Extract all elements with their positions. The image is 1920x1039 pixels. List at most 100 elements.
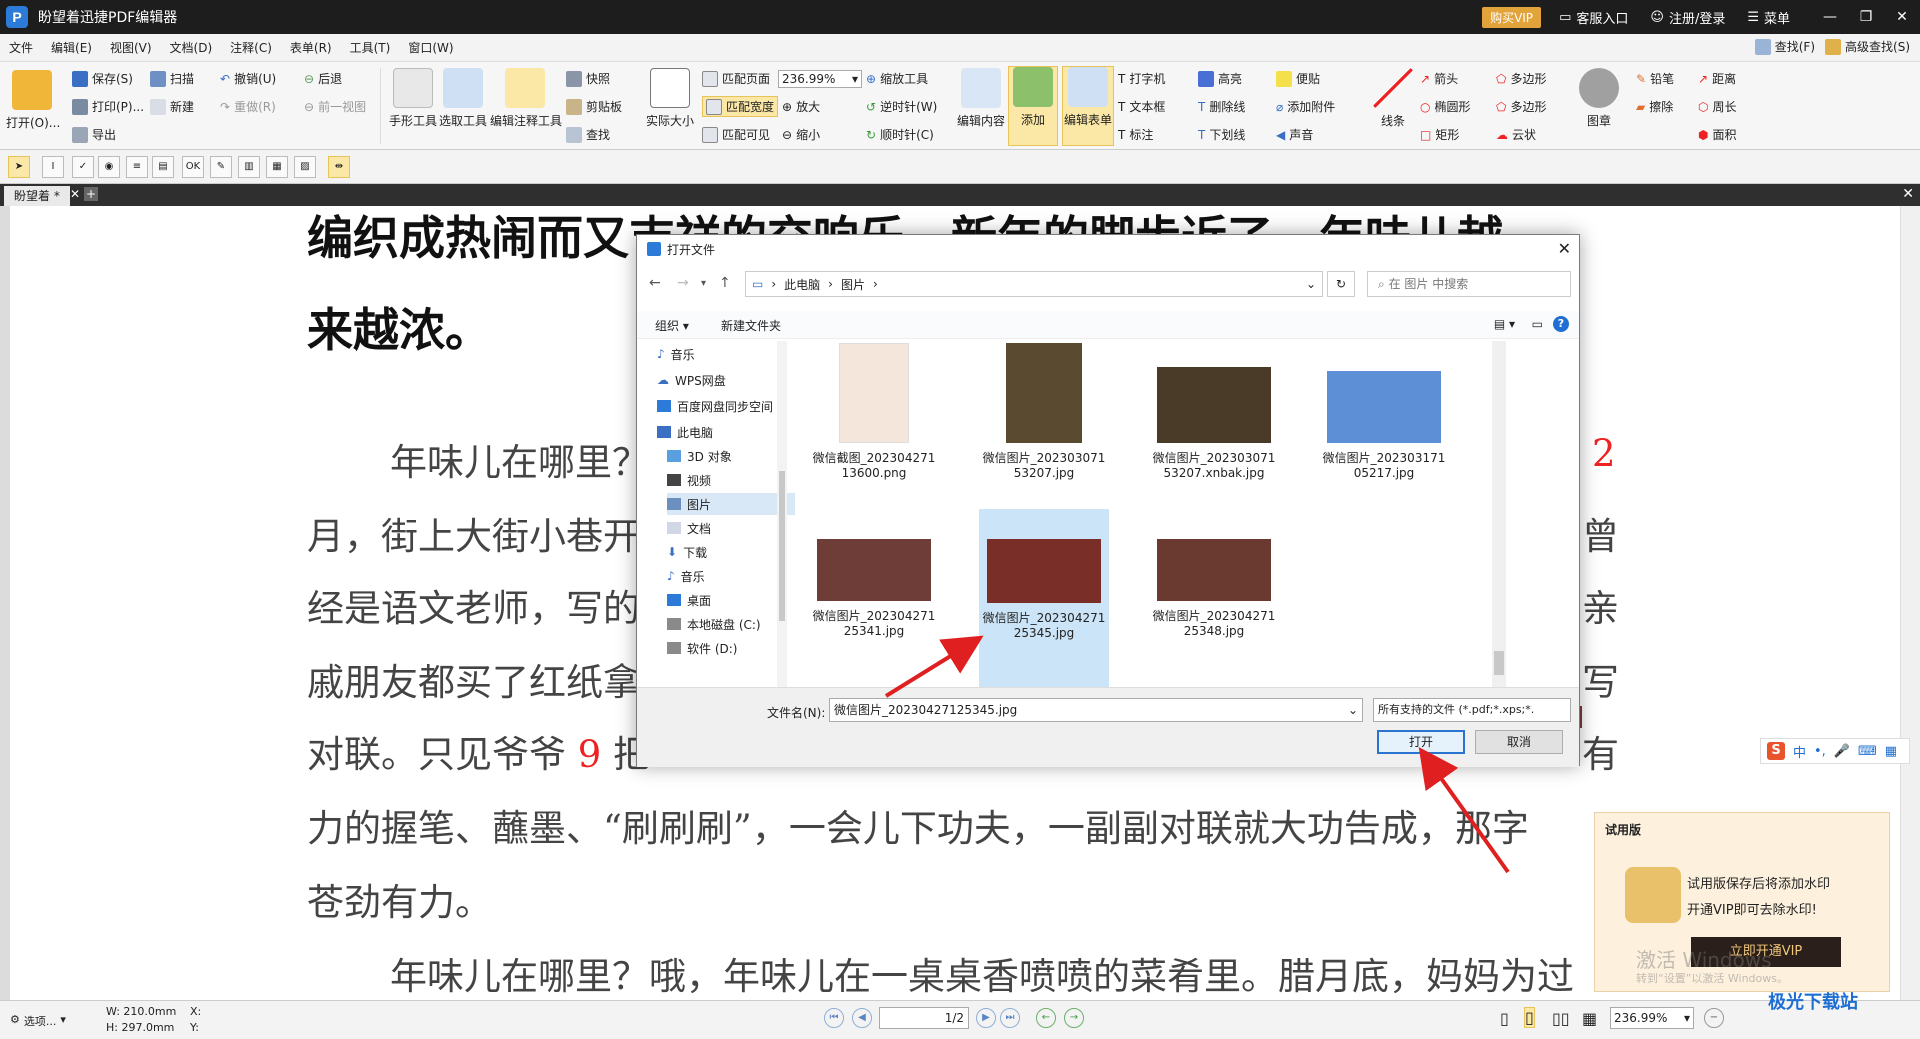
back-button[interactable]: ⊖ 后退 [304, 70, 342, 87]
pointer-tool-icon[interactable]: ➤ [8, 156, 30, 178]
perimeter-button[interactable]: ⬡ 周长 [1698, 98, 1737, 115]
open-button[interactable]: 打开(O)... [6, 70, 60, 131]
preview-pane-icon[interactable]: ▭ [1532, 317, 1543, 331]
login-button[interactable]: ☺ 注册/登录 [1650, 8, 1725, 27]
file-item[interactable]: 微信截图_20230427113600.png [809, 343, 939, 480]
menu-window[interactable]: 窗口(W) [399, 39, 462, 56]
view-options-icon[interactable]: ▤ ▾ [1494, 317, 1515, 331]
main-menu-button[interactable]: ☰ 菜单 [1747, 8, 1790, 27]
snapshot-button[interactable]: 快照 [566, 70, 610, 87]
menu-tools[interactable]: 工具(T) [341, 39, 400, 56]
rotate-cw-button[interactable]: ↻ 顺时针(C) [866, 126, 934, 143]
nav-pane-scrollbar[interactable] [777, 341, 787, 687]
new-folder-button[interactable]: 新建文件夹 [721, 317, 781, 334]
single-page-icon[interactable]: ▯ [1500, 1009, 1509, 1028]
organize-button[interactable]: 组织 ▾ [655, 317, 689, 334]
nav-item-desktop[interactable]: 桌面 [667, 589, 795, 611]
undo-button[interactable]: ↶ 撤销(U) [220, 70, 276, 87]
nav-item-music[interactable]: ♪ 音乐 [657, 343, 785, 365]
status-zoom-select[interactable]: 236.99% ▾ [1610, 1007, 1694, 1029]
edit-form-button[interactable]: 编辑表单 [1062, 66, 1114, 146]
dialog-search-input[interactable]: ⌕ 在 图片 中搜索 [1367, 271, 1571, 297]
text-field-icon[interactable]: I [42, 156, 64, 178]
pencil-button[interactable]: ✎ 铅笔 [1636, 70, 1674, 87]
nav-scroll-thumb[interactable] [779, 471, 785, 621]
file-item-selected[interactable]: 微信图片_20230427125345.jpg [979, 509, 1109, 687]
prev-page-icon[interactable]: ◀ [852, 1008, 872, 1028]
zoom-in-button[interactable]: ⊕ 放大 [782, 98, 820, 115]
address-bar[interactable]: ▭ › 此电脑 › 图片 › ⌄ [745, 271, 1323, 297]
advanced-find-button[interactable]: 高级查找(S) [1825, 38, 1910, 55]
dialog-close-icon[interactable]: ✕ [1558, 239, 1571, 258]
chevron-down-icon[interactable]: ⌄ [1306, 277, 1316, 291]
arrow-tool-button[interactable]: ↗ 箭头 [1420, 70, 1458, 87]
cover-page-icon[interactable]: ▦ [1582, 1009, 1597, 1028]
radio-button-icon[interactable]: ◉ [98, 156, 120, 178]
filetype-select[interactable]: 所有支持的文件 (*.pdf;*.xps;*. [1373, 698, 1571, 722]
ime-toolbar[interactable]: S 中 •, 🎤 ⌨ ▦ [1760, 738, 1910, 764]
page-number-input[interactable]: 1/2 [879, 1007, 969, 1029]
line-tool-button[interactable]: 线条 [1370, 68, 1416, 129]
find-button[interactable]: 查找 [566, 126, 610, 143]
fit-page-button[interactable]: 匹配页面 [702, 70, 770, 87]
menu-file[interactable]: 文件 [0, 39, 42, 56]
print-button[interactable]: 打印(P)... [72, 98, 144, 115]
menu-edit[interactable]: 编辑(E) [42, 39, 101, 56]
attach-button[interactable]: ⌀ 添加附件 [1276, 98, 1335, 115]
cancel-button[interactable]: 取消 [1475, 730, 1563, 754]
menu-document[interactable]: 文档(D) [161, 39, 222, 56]
nav-item-pictures[interactable]: 图片 [667, 493, 795, 515]
zoom-tool-button[interactable]: ⊕ 缩放工具 [866, 70, 928, 87]
buy-vip-button[interactable]: 购买VIP [1482, 6, 1542, 28]
menu-comment[interactable]: 注释(C) [221, 39, 281, 56]
first-page-icon[interactable]: ⏮ [824, 1008, 844, 1028]
file-scroll-thumb[interactable] [1494, 651, 1504, 675]
facing-page-icon[interactable]: ▯▯ [1552, 1009, 1570, 1028]
scan-button[interactable]: 扫描 [150, 70, 194, 87]
zoom-out-circle-icon[interactable]: − [1704, 1008, 1724, 1028]
help-icon[interactable]: ? [1553, 316, 1569, 332]
redo-button[interactable]: ↷ 重做(R) [220, 98, 276, 115]
cloud-tool-button[interactable]: ☁ 云状 [1496, 126, 1536, 143]
edit-annotation-tool-button[interactable]: 编辑注释工具 [490, 68, 562, 129]
restore-button[interactable]: ❐ [1848, 9, 1884, 25]
file-item[interactable]: 微信图片_20230317105217.jpg [1319, 343, 1449, 480]
save-button[interactable]: 保存(S) [72, 70, 133, 87]
area-button[interactable]: ⬢ 面积 [1698, 126, 1737, 143]
checkbox-icon[interactable]: ✓ [72, 156, 94, 178]
recent-locations-icon[interactable]: ▾ [701, 278, 706, 289]
filename-input[interactable]: 微信图片_20230427125345.jpg ⌄ [829, 698, 1363, 722]
add-button[interactable]: 添加 [1008, 66, 1058, 146]
date-field-icon[interactable]: ▦ [266, 156, 288, 178]
fit-width-button[interactable]: 匹配宽度 [702, 96, 779, 117]
stamp-button[interactable]: 图章 [1576, 68, 1622, 129]
menu-form[interactable]: 表单(R) [281, 39, 341, 56]
nav-item-this-pc[interactable]: 此电脑 [657, 421, 785, 443]
prev-view-button[interactable]: ⊖ 前一视图 [304, 98, 366, 115]
hand-tool-button[interactable]: 手形工具 [386, 68, 440, 129]
ellipse-tool-button[interactable]: ○ 椭圆形 [1420, 98, 1471, 115]
nav-item-baidu-sync[interactable]: 百度网盘同步空间 [657, 395, 785, 417]
next-page-icon[interactable]: ▶ [976, 1008, 996, 1028]
edit-content-button[interactable]: 编辑内容 [954, 68, 1008, 129]
tab-close-icon[interactable]: ✕ [70, 187, 80, 201]
history-back-icon[interactable]: ← [1036, 1008, 1056, 1028]
callout-button[interactable]: T 标注 [1118, 126, 1153, 143]
typewriter-button[interactable]: T 打字机 [1118, 70, 1165, 87]
document-tab[interactable]: 盼望着 * [4, 186, 70, 206]
signature-field-icon[interactable]: ✎ [210, 156, 232, 178]
support-button[interactable]: ▭ 客服入口 [1559, 8, 1628, 27]
rotate-ccw-button[interactable]: ↺ 逆时针(W) [866, 98, 937, 115]
minimize-button[interactable]: — [1812, 9, 1848, 25]
distribute-icon[interactable]: ⇹ [328, 156, 350, 178]
file-item[interactable]: 微信图片_20230427125341.jpg [809, 527, 939, 638]
last-page-icon[interactable]: ⏭ [1000, 1008, 1020, 1028]
nav-item-documents[interactable]: 文档 [667, 517, 795, 539]
nav-item-downloads[interactable]: ⬇ 下载 [667, 541, 795, 563]
new-tab-icon[interactable]: + [84, 187, 98, 201]
button-field-icon[interactable]: OK [182, 156, 204, 178]
options-button[interactable]: ⚙ 选项... ▾ [10, 1013, 66, 1029]
nav-item-3d-objects[interactable]: 3D 对象 [667, 445, 795, 467]
textbox-button[interactable]: T 文本框 [1118, 98, 1165, 115]
export-button[interactable]: 导出 [72, 126, 116, 143]
